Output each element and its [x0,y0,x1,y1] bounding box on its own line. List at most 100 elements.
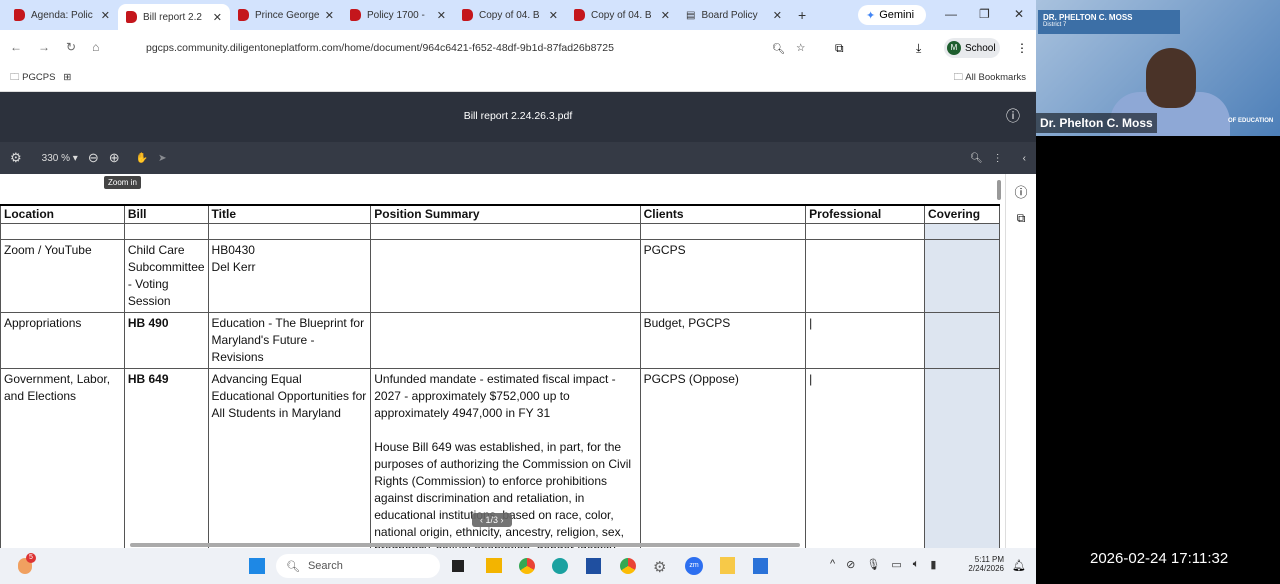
close-window-button[interactable]: ✕ [1014,7,1024,21]
more-icon[interactable]: ⋮ [993,153,1003,164]
zoom-select[interactable]: 330 % ▾ [42,153,78,164]
edge-icon[interactable] [552,558,568,574]
header-bill: Bill [123,204,209,224]
tab[interactable]: Agenda: Polic ✕ [6,2,118,28]
zoom-icon[interactable]: 🔍︎ [772,42,785,55]
network-icon[interactable]: ▭ [891,558,901,571]
notes-icon[interactable] [720,557,735,574]
pdf-icon [350,9,361,21]
notifications-icon[interactable]: 🔔︎ [1012,559,1026,572]
tab[interactable]: Copy of 04. B ✕ [566,2,678,28]
hand-tool-icon[interactable]: ✋ [136,153,148,164]
horizontal-scrollbar[interactable] [130,543,800,547]
next-page-icon[interactable]: › [498,515,504,525]
notification-badge: 5 [26,553,36,563]
chrome-icon[interactable] [519,558,535,574]
cell-summary [370,312,641,369]
person-head [1146,48,1196,108]
collapse-panel-icon[interactable]: ‹ [1023,153,1026,164]
clock-date: 2/24/2026 [968,564,1004,573]
zoom-out-icon[interactable]: ⊖ [88,150,99,166]
cell-summary [370,239,641,313]
tab[interactable]: Policy 1700 - ✕ [342,2,454,28]
header-location: Location [0,204,125,224]
vertical-scrollbar[interactable] [997,180,1001,200]
close-icon[interactable]: ✕ [213,11,222,24]
system-tray: ^ ⊘ 🎙︎ ▭ 🔈︎ ▮ [830,558,936,571]
cell-clients: PGCPS (Oppose) [639,368,807,548]
minimize-button[interactable]: — [945,7,957,21]
tab[interactable]: Copy of 04. B ✕ [454,2,566,28]
close-icon[interactable]: ✕ [773,9,782,22]
cell-covering [924,239,1000,313]
meet-off-icon[interactable]: ⊘ [846,558,855,571]
zoom-app-icon[interactable]: zm [685,557,703,575]
header-position-summary: Position Summary [370,204,641,224]
gemini-button[interactable]: ✦ Gemini [858,5,926,25]
restore-button[interactable]: ❐ [979,7,990,21]
header-professional: Professional [805,204,926,224]
zoom-in-icon[interactable]: ⊕ [109,150,120,166]
tab-label: Copy of 04. B [591,9,652,21]
tab-label: Prince George [255,9,319,21]
store-icon[interactable] [586,558,601,574]
back-icon[interactable]: ← [10,40,22,54]
apps-icon[interactable]: ⊞ [63,72,71,83]
profile-label: School [965,42,996,54]
close-icon[interactable]: ✕ [437,9,446,22]
task-view-icon[interactable] [452,560,464,572]
close-icon[interactable]: ✕ [549,9,558,22]
outlook-icon[interactable] [753,558,768,574]
select-tool-icon[interactable]: ➤ [158,153,166,164]
download-icon[interactable]: ⤓ [916,41,921,56]
all-bookmarks[interactable]: 🗀 All Bookmarks [954,70,1026,86]
home-icon[interactable]: ⌂ [92,40,99,54]
avatar: M [947,41,961,55]
profile-button[interactable]: M School [944,38,1000,58]
annotations-icon[interactable]: ⧉ [1006,211,1036,226]
file-explorer-icon[interactable] [486,558,502,573]
search-icon[interactable]: 🔍︎ [970,153,983,164]
cell-bill: HB 649 [123,368,209,548]
start-icon[interactable] [249,558,265,574]
page-navigator[interactable]: ‹ 1/3 › [472,513,512,527]
menu-icon[interactable]: ⋮ [1016,41,1028,55]
settings-icon[interactable]: ⚙ [10,150,22,166]
close-icon[interactable]: ✕ [101,9,110,22]
chevron-up-icon[interactable]: ^ [830,558,835,571]
taskbar-search[interactable]: 🔍︎ Search [276,554,440,578]
url-text[interactable]: pgcps.community.diligentoneplatform.com/… [146,42,614,54]
volume-icon[interactable]: 🔈︎ [913,558,920,571]
info-icon[interactable]: ⓘ [1006,182,1036,201]
cell-location: Zoom / YouTube [0,239,125,313]
video-feed: DR. PHELTON C. MOSS District 7 OF EDUCAT… [1036,0,1280,136]
browser-window: Agenda: Polic ✕ Bill report 2.2 ✕ Prince G… [0,0,1036,548]
tab-active[interactable]: Bill report 2.2 ✕ [118,4,230,30]
bookmark-folder-pgcps[interactable]: 🗀 PGCPS [10,70,55,86]
close-icon[interactable]: ✕ [325,9,334,22]
extensions-icon[interactable]: ⧉ [835,41,844,56]
tab[interactable]: ▤ Board Policy ✕ [678,2,790,28]
background-text: OF EDUCATION [1228,118,1274,124]
battery-icon[interactable]: ▮ [930,558,936,571]
header-covering: Covering [924,204,1000,224]
forward-icon[interactable]: → [38,40,50,54]
clock[interactable]: 5:11 PM 2/24/2026 [960,555,1004,573]
tab-label: Agenda: Polic [31,9,93,21]
bill-table: Location Bill Title Position Summary Cli… [0,204,1000,548]
bookmark-label: PGCPS [22,71,56,83]
address-bar[interactable]: pgcps.community.diligentoneplatform.com/… [120,35,820,61]
right-side-panel: ⓘ ⧉ [1005,174,1036,548]
reload-icon[interactable]: ↻ [66,40,76,54]
close-icon[interactable]: ✕ [661,9,670,22]
chrome-profile-icon[interactable] [620,558,636,574]
microphone-icon[interactable]: 🎙︎ [866,558,880,571]
help-icon[interactable]: ⓘ [1006,92,1020,140]
cell-location: Government, Labor, and Elections [0,368,125,548]
settings-app-icon[interactable]: ⚙ [653,558,666,576]
tab[interactable]: Prince George ✕ [230,2,342,28]
zoom-level: 330 % [41,152,71,164]
new-tab-button[interactable]: + [798,7,806,23]
tab-label: Copy of 04. B [479,9,540,21]
star-icon[interactable]: ☆ [796,42,805,54]
